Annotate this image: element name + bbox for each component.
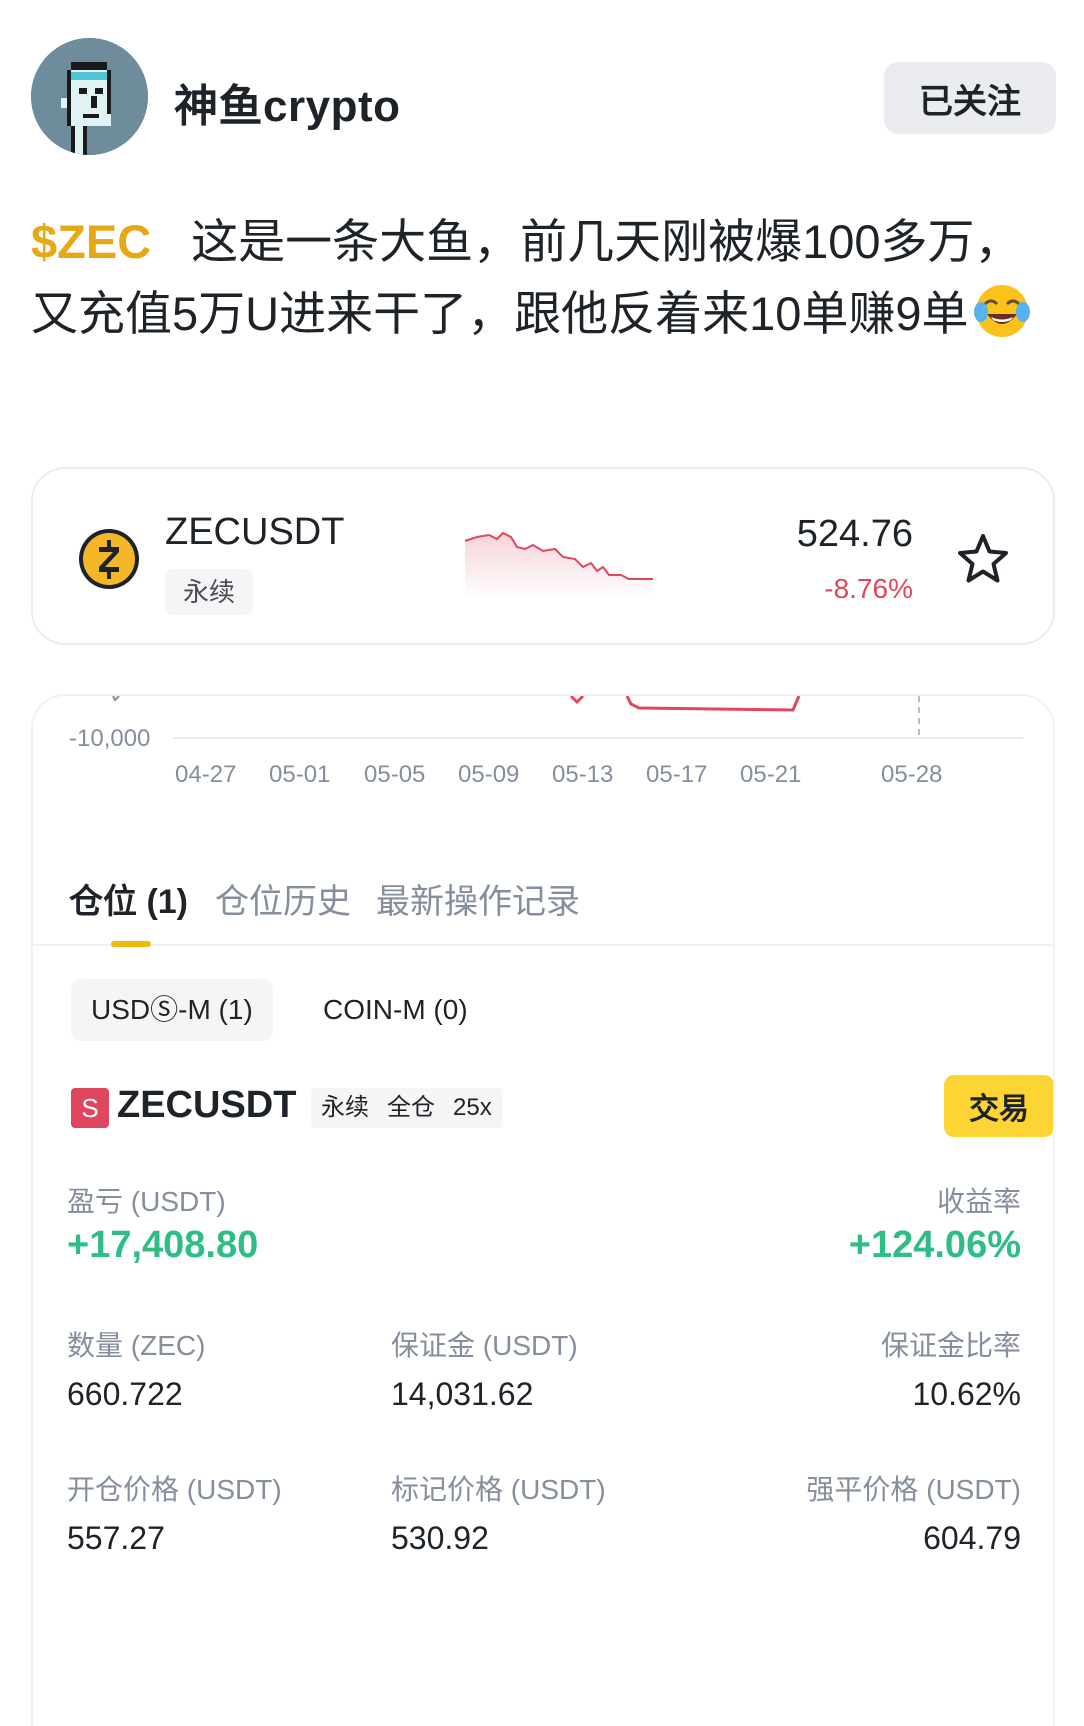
subtab-coin-m[interactable]: COIN-M (0) bbox=[303, 979, 488, 1041]
ticker-card[interactable]: ZECUSDT 永续 524.76 -8.76% bbox=[31, 467, 1055, 645]
entry-price-label: 开仓价格 (USDT) bbox=[67, 1474, 282, 1505]
post-body: 这是一条大鱼，前几天刚被爆100多万，又充值5万U进来干了，跟他反着来10单赚9… bbox=[31, 215, 1022, 340]
ticker-link[interactable]: $ZEC bbox=[31, 215, 151, 268]
tab-latest-operations[interactable]: 最新操作记录 bbox=[376, 874, 580, 923]
active-tab-indicator bbox=[111, 941, 151, 947]
pnl-label: 盈亏 (USDT) bbox=[67, 1186, 226, 1217]
margin-value: 14,031.62 bbox=[391, 1376, 534, 1412]
liq-price-label: 强平价格 (USDT) bbox=[806, 1474, 1021, 1505]
margin-ratio-label: 保证金比率 bbox=[880, 1330, 1021, 1361]
position-pair: ZECUSDT bbox=[117, 1084, 297, 1126]
pixel-avatar-icon bbox=[31, 38, 148, 155]
roi-label: 收益率 bbox=[936, 1186, 1021, 1217]
mark-price-label: 标记价格 (USDT) bbox=[391, 1474, 606, 1505]
price-change: -8.76% bbox=[824, 573, 913, 604]
y-tick-label: -10,000 bbox=[69, 725, 150, 752]
roi-value: +124.06% bbox=[848, 1224, 1021, 1266]
ticker-pair: ZECUSDT bbox=[165, 511, 345, 553]
tab-positions[interactable]: 仓位 (1) bbox=[69, 874, 188, 923]
username[interactable]: 神鱼crypto bbox=[174, 70, 400, 134]
subtab-usds-m[interactable]: USDⓈ-M (1) bbox=[71, 979, 273, 1041]
perpetual-tag: 永续 bbox=[311, 1088, 379, 1128]
x-tick-label: 05-28 bbox=[881, 761, 942, 788]
liq-price-value: 604.79 bbox=[923, 1520, 1021, 1556]
zcash-coin-icon bbox=[79, 529, 139, 589]
position-card: -10,000 04-27 05-01 05-05 05-09 05-13 05-17 05… bbox=[31, 694, 1055, 1726]
margin-ratio-value: 10.62% bbox=[912, 1376, 1021, 1412]
price-sparkline bbox=[464, 531, 653, 599]
x-tick-label: 05-09 bbox=[458, 761, 519, 788]
tab-position-history[interactable]: 仓位历史 bbox=[215, 874, 351, 923]
x-tick-label: 05-13 bbox=[552, 761, 613, 788]
position-header: S ZECUSDT 永续 全仓 25x bbox=[71, 1078, 1031, 1138]
margin-label: 保证金 (USDT) bbox=[391, 1330, 578, 1361]
x-tick-label: 05-05 bbox=[364, 761, 425, 788]
pnl-chart: -10,000 04-27 05-01 05-05 05-09 05-13 05-17 05… bbox=[69, 696, 1023, 788]
trade-button[interactable]: 交易 bbox=[944, 1075, 1053, 1137]
x-tick-label: 05-17 bbox=[646, 761, 707, 788]
x-tick-label: 05-21 bbox=[740, 761, 801, 788]
favorite-star-icon[interactable] bbox=[955, 531, 1011, 587]
post-text: $ZEC 这是一条大鱼，前几天刚被爆100多万，又充值5万U进来干了，跟他反着来1… bbox=[31, 206, 1041, 350]
follow-button[interactable]: 已关注 bbox=[884, 62, 1056, 134]
pnl-value: +17,408.80 bbox=[67, 1224, 259, 1266]
size-label: 数量 (ZEC) bbox=[67, 1330, 206, 1361]
position-tabs: 仓位 (1) 仓位历史 最新操作记录 bbox=[33, 864, 1053, 946]
mark-price-value: 530.92 bbox=[391, 1520, 489, 1556]
short-badge: S bbox=[71, 1088, 109, 1128]
last-price: 524.76 bbox=[796, 513, 913, 555]
entry-price-value: 557.27 bbox=[67, 1520, 165, 1556]
perpetual-tag: 永续 bbox=[165, 569, 254, 615]
cross-margin-tag: 全仓 bbox=[377, 1088, 445, 1128]
size-value: 660.722 bbox=[67, 1376, 183, 1412]
x-tick-label: 05-01 bbox=[269, 761, 330, 788]
avatar[interactable] bbox=[31, 38, 148, 155]
leverage-tag: 25x bbox=[443, 1088, 502, 1128]
face-with-tears-of-joy-icon bbox=[973, 285, 1030, 337]
x-tick-label: 04-27 bbox=[175, 761, 236, 788]
